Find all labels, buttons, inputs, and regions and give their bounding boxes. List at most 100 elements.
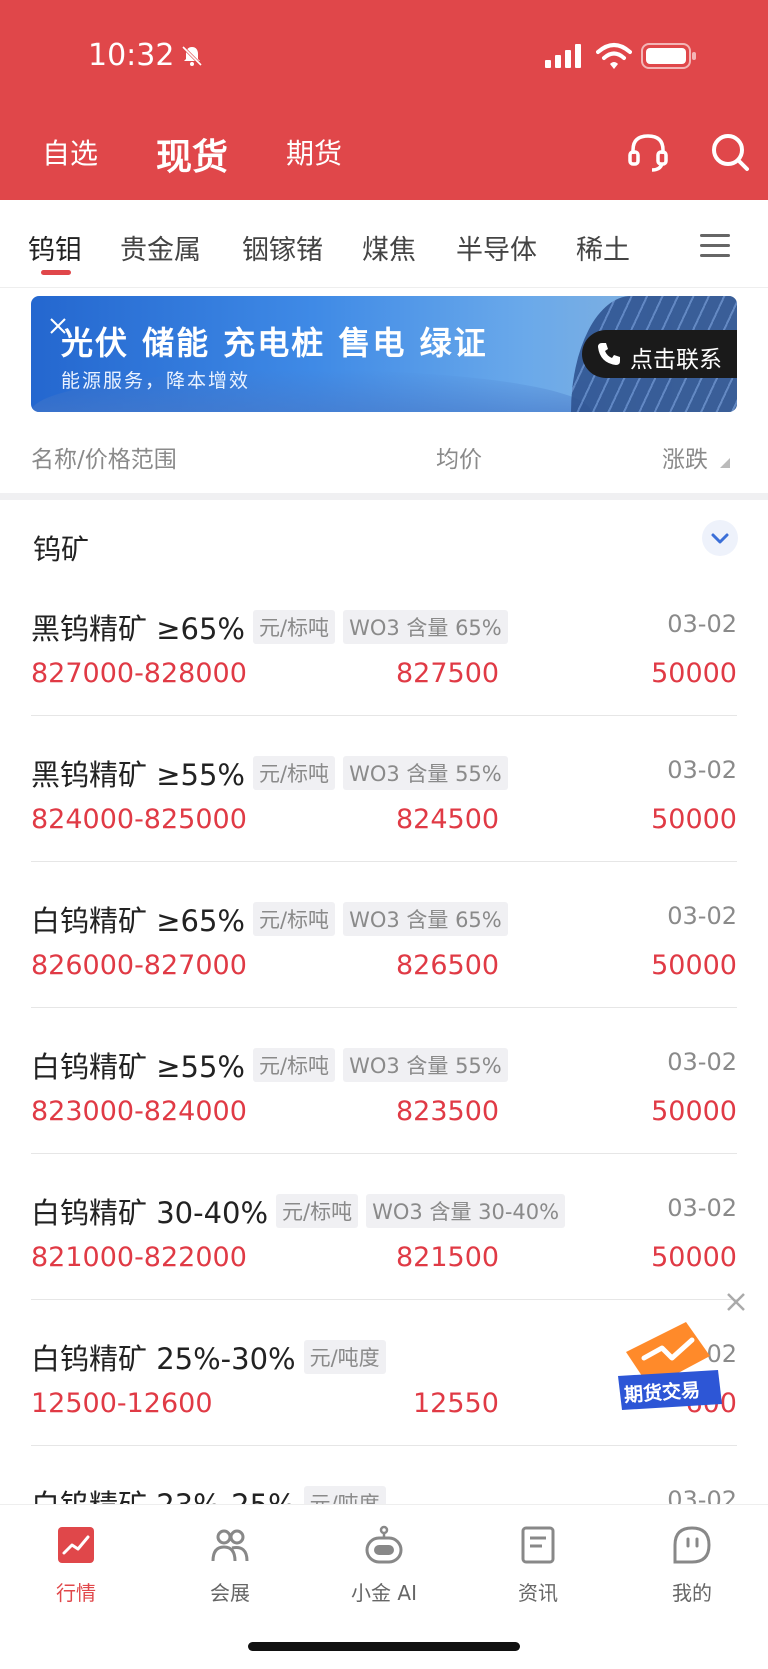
spec-tag: WO3 含量 30-40% bbox=[366, 1194, 566, 1228]
price-change: 50000 bbox=[651, 658, 737, 689]
battery-icon bbox=[641, 43, 696, 69]
avg-price: 826500 bbox=[396, 950, 500, 981]
tab-qihuo[interactable]: 期货 bbox=[286, 132, 342, 172]
item-name-text: 白钨精矿 30-40% bbox=[31, 1196, 269, 1230]
column-header-name: 名称/价格范围 bbox=[31, 447, 177, 473]
chevron-down-icon bbox=[711, 533, 729, 544]
item-date: 03-02 bbox=[667, 902, 737, 930]
profile-icon bbox=[673, 1526, 711, 1564]
item-name-text: 黑钨精矿 ≥65% bbox=[31, 612, 245, 646]
item-name: 黑钨精矿 ≥55% 元/标吨 WO3 含量 55% bbox=[31, 752, 508, 794]
item-date: 03-02 bbox=[667, 1048, 737, 1076]
item-name: 白钨精矿 ≥55% 元/标吨 WO3 含量 55% bbox=[31, 1044, 508, 1086]
cellular-signal-icon bbox=[545, 44, 581, 68]
group-collapse-toggle[interactable] bbox=[702, 520, 738, 556]
category-tabs: 钨钼 贵金属 铟镓锗 煤焦 半导体 稀土 bbox=[0, 200, 768, 288]
tabbar-item-xiaojin-ai[interactable]: 小金 AI bbox=[324, 1505, 444, 1625]
item-name: 白钨精矿 25%-30% 元/吨度 bbox=[31, 1336, 386, 1378]
price-change: 50000 bbox=[651, 1242, 737, 1273]
contact-button-label: 点击联系 bbox=[630, 347, 722, 373]
price-range: 827000-828000 bbox=[31, 658, 247, 689]
category-tab-meijiao[interactable]: 煤焦 bbox=[362, 228, 416, 267]
futures-badge-label: 期货交易 bbox=[623, 1379, 701, 1407]
list-item[interactable]: 白钨精矿 30-40% 元/标吨 WO3 含量 30-40% 03-02 82100… bbox=[31, 1154, 737, 1300]
item-name: 白钨精矿 ≥65% 元/标吨 WO3 含量 65% bbox=[31, 898, 508, 940]
item-date: 03-02 bbox=[667, 756, 737, 784]
home-indicator[interactable] bbox=[248, 1642, 520, 1651]
search-icon[interactable] bbox=[710, 132, 750, 172]
unit-tag: 元/标吨 bbox=[276, 1194, 359, 1228]
column-header-avg: 均价 bbox=[436, 447, 482, 473]
document-icon bbox=[521, 1526, 555, 1564]
price-change: 50000 bbox=[651, 804, 737, 835]
tab-zixuan[interactable]: 自选 bbox=[42, 132, 98, 172]
banner-title: 光伏 储能 充电桩 售电 绿证 bbox=[61, 324, 488, 362]
price-range: 12500-12600 bbox=[31, 1388, 213, 1419]
item-date: 03-02 bbox=[667, 1194, 737, 1222]
robot-icon bbox=[365, 1525, 403, 1564]
price-range: 821000-822000 bbox=[31, 1242, 247, 1273]
unit-tag: 元/标吨 bbox=[252, 756, 336, 790]
item-date: 03-02 bbox=[667, 610, 737, 638]
unit-tag: 元/标吨 bbox=[252, 902, 336, 936]
top-header: 10:32 自选 现货 期货 bbox=[0, 0, 768, 200]
tabbar-label: 行情 bbox=[56, 1581, 96, 1605]
item-name-text: 白钨精矿 ≥55% bbox=[31, 1050, 245, 1084]
spec-tag: WO3 含量 55% bbox=[343, 1048, 508, 1082]
list-item[interactable]: 白钨精矿 ≥55% 元/标吨 WO3 含量 55% 03-02 823000-824… bbox=[31, 1008, 737, 1154]
tabbar-item-hangqing[interactable]: 行情 bbox=[16, 1505, 136, 1625]
avg-price: 821500 bbox=[396, 1242, 500, 1273]
list-item[interactable]: 黑钨精矿 ≥65% 元/标吨 WO3 含量 65% 03-02 827000-828… bbox=[31, 570, 737, 716]
category-tab-guijinshu[interactable]: 贵金属 bbox=[120, 228, 201, 267]
status-time: 10:32 bbox=[88, 38, 175, 73]
tabbar-label: 会展 bbox=[210, 1581, 250, 1605]
tabbar-item-zixun[interactable]: 资讯 bbox=[478, 1505, 598, 1625]
item-name: 白钨精矿 30-40% 元/标吨 WO3 含量 30-40% bbox=[31, 1190, 566, 1232]
people-icon bbox=[211, 1529, 249, 1562]
category-tab-wumu[interactable]: 钨钼 bbox=[28, 228, 82, 267]
category-tab-yinjiazhe[interactable]: 铟镓锗 bbox=[242, 228, 323, 267]
tabbar-label: 资讯 bbox=[518, 1581, 558, 1605]
item-name-text: 白钨精矿 ≥65% bbox=[31, 904, 245, 938]
item-name-text: 白钨精矿 25%-30% bbox=[31, 1342, 296, 1376]
tabbar-item-huizhan[interactable]: 会展 bbox=[170, 1505, 290, 1625]
bell-muted-icon bbox=[181, 45, 203, 67]
tabbar-item-wode[interactable]: 我的 bbox=[632, 1505, 752, 1625]
item-name: 黑钨精矿 ≥65% 元/标吨 WO3 含量 65% bbox=[31, 606, 508, 648]
item-name-text: 黑钨精矿 ≥55% bbox=[31, 758, 245, 792]
active-tab-indicator bbox=[41, 270, 71, 275]
unit-tag: 元/标吨 bbox=[252, 1048, 336, 1082]
avg-price: 824500 bbox=[396, 804, 500, 835]
futures-trade-badge[interactable]: 期货交易 bbox=[614, 1318, 734, 1418]
spec-tag: WO3 含量 65% bbox=[343, 610, 508, 644]
tabbar-label: 我的 bbox=[672, 1581, 712, 1605]
price-range: 823000-824000 bbox=[31, 1096, 247, 1127]
unit-tag: 元/吨度 bbox=[303, 1340, 386, 1374]
list-item[interactable]: 黑钨精矿 ≥55% 元/标吨 WO3 含量 55% 03-02 824000-825… bbox=[31, 716, 737, 862]
ad-banner[interactable]: 光伏 储能 充电桩 售电 绿证 能源服务，降本增效 点击联系 bbox=[31, 296, 737, 412]
wifi-icon bbox=[596, 43, 632, 69]
price-range: 824000-825000 bbox=[31, 804, 247, 835]
price-change: 50000 bbox=[651, 950, 737, 981]
price-range: 826000-827000 bbox=[31, 950, 247, 981]
unit-tag: 元/标吨 bbox=[252, 610, 336, 644]
column-header-change[interactable]: 涨跌 bbox=[662, 440, 708, 474]
list-item[interactable]: 白钨精矿 ≥65% 元/标吨 WO3 含量 65% 03-02 826000-827… bbox=[31, 862, 737, 1008]
price-change: 50000 bbox=[651, 1096, 737, 1127]
phone-icon bbox=[598, 343, 620, 365]
tab-xianhuo[interactable]: 现货 bbox=[156, 128, 228, 180]
spec-tag: WO3 含量 55% bbox=[343, 756, 508, 790]
menu-icon[interactable] bbox=[698, 232, 732, 260]
category-tab-xitu[interactable]: 稀土 bbox=[576, 228, 630, 267]
category-tab-bandaoti[interactable]: 半导体 bbox=[456, 228, 537, 267]
sort-icon[interactable] bbox=[720, 458, 730, 468]
close-icon[interactable] bbox=[724, 1290, 748, 1314]
banner-subtitle: 能源服务，降本增效 bbox=[61, 370, 251, 392]
headset-icon[interactable] bbox=[626, 130, 670, 174]
avg-price: 12550 bbox=[413, 1388, 499, 1419]
avg-price: 823500 bbox=[396, 1096, 500, 1127]
contact-button[interactable]: 点击联系 bbox=[582, 330, 737, 378]
group-title: 钨矿 bbox=[33, 533, 90, 566]
tabbar-label: 小金 AI bbox=[351, 1581, 417, 1605]
spec-tag: WO3 含量 65% bbox=[343, 902, 508, 936]
